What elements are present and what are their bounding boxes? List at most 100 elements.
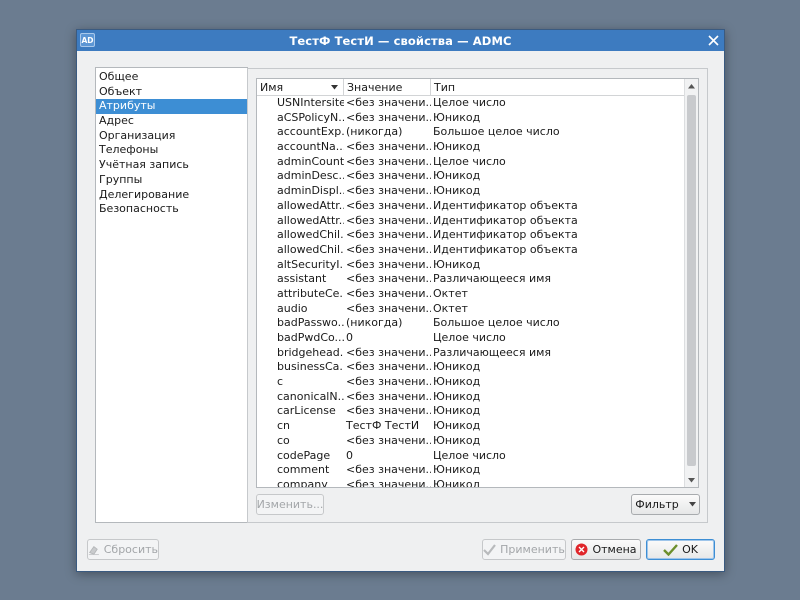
nav-item[interactable]: Адрес [96, 114, 247, 129]
table-row[interactable]: allowedChil... <без значени... Идентификат… [257, 243, 685, 258]
nav-item[interactable]: Телефоны [96, 143, 247, 158]
cell-value: <без значени... [346, 154, 431, 168]
close-icon [708, 35, 719, 46]
dropdown-arrow-icon [688, 502, 696, 507]
cell-name: allowedChil... [277, 228, 344, 242]
cell-name: allowedAttr... [277, 213, 344, 227]
nav-item[interactable]: Безопасность [96, 202, 247, 217]
table-row[interactable]: c <без значени... Юникод [257, 375, 685, 390]
cell-value: <без значени... [346, 433, 431, 447]
ok-button[interactable]: OK [646, 539, 715, 560]
cell-type: Различающееся имя [433, 345, 552, 359]
cell-value: <без значени... [346, 286, 431, 300]
nav-item[interactable]: Организация [96, 129, 247, 144]
nav-item[interactable]: Атрибуты [96, 99, 247, 115]
attributes-tab: Имя Значение Тип USNIntersite <без значен… [247, 68, 708, 523]
cell-type: Большое целое число [433, 125, 560, 139]
cell-value: <без значени... [346, 375, 431, 389]
cell-name: badPwdCo... [277, 331, 344, 344]
nav-item[interactable]: Делегирование [96, 188, 247, 203]
table-row[interactable]: canonicalN... <без значени... Юникод [257, 390, 685, 405]
table-row[interactable]: cn ТестФ ТестИ Юникод [257, 419, 685, 434]
cell-type: Большое целое число [433, 316, 560, 330]
cell-value: 0 [346, 331, 353, 344]
cell-type: Различающееся имя [433, 272, 552, 286]
table-row[interactable]: accountExp...(никогда) Большое целое числ… [257, 125, 685, 140]
cell-type: Юникод [433, 360, 481, 374]
cell-value: <без значени... [346, 463, 431, 477]
cell-type: Юникод [433, 433, 481, 447]
filter-button[interactable]: Фильтр [631, 494, 700, 515]
table-row[interactable]: adminDesc... <без значени... Юникод [257, 169, 685, 184]
cell-type: Юникод [433, 404, 481, 418]
table-row[interactable]: co <без значени... Юникод [257, 434, 685, 449]
scroll-up-arrow[interactable] [685, 79, 698, 93]
table-row[interactable]: audio <без значени... Октет [257, 302, 685, 317]
nav-item[interactable]: Группы [96, 173, 247, 188]
cancel-button[interactable]: Отмена [571, 539, 641, 560]
column-header-name[interactable]: Имя [257, 79, 344, 96]
table-row[interactable]: assistant <без значени... Различающееся им… [257, 272, 685, 287]
table-row[interactable]: comment <без значени... Юникод [257, 463, 685, 478]
table-row[interactable]: accountNa... <без значени... Юникод [257, 140, 685, 155]
cell-value: <без значени... [346, 228, 431, 242]
table-row[interactable]: altSecurityI... <без значени... Юникод [257, 258, 685, 273]
table-row[interactable]: allowedAttr... <без значени... Идентификат… [257, 199, 685, 214]
apply-button[interactable]: Применить [482, 539, 566, 560]
table-row[interactable]: badPwdCo... 0 Целое число [257, 331, 685, 346]
cell-value: <без значени... [346, 169, 431, 183]
nav-item[interactable]: Общее [96, 70, 247, 85]
cell-type: Идентификатор объекта [433, 213, 578, 227]
cell-value: 0 [346, 448, 353, 462]
cell-type: Целое число [433, 448, 506, 462]
cell-type: Юникод [433, 389, 481, 403]
table-row[interactable]: adminCount <без значени... Целое число [257, 155, 685, 170]
cell-name: co [277, 433, 290, 447]
column-header-type[interactable]: Тип [431, 79, 685, 96]
table-row[interactable]: codePage 0 Целое число [257, 449, 685, 464]
table-row[interactable]: businessCa... <без значени... Юникод [257, 360, 685, 375]
cell-value: (никогда) [346, 125, 403, 139]
table-row[interactable]: USNIntersite <без значени... Целое число [257, 96, 685, 111]
cell-value: <без значени... [346, 198, 431, 212]
table-row[interactable]: carLicense <без значени... Юникод [257, 404, 685, 419]
vertical-scrollbar[interactable] [684, 79, 698, 487]
cell-type: Юникод [433, 477, 481, 487]
table-row[interactable]: allowedAttr... <без значени... Идентификат… [257, 214, 685, 229]
cell-name: canonicalN... [277, 389, 344, 403]
chevron-down-icon [688, 477, 695, 482]
table-row[interactable]: adminDispl... <без значени... Юникод [257, 184, 685, 199]
column-header-value[interactable]: Значение [344, 79, 431, 96]
cell-name: adminCount [277, 154, 344, 168]
nav-item[interactable]: Объект [96, 85, 247, 100]
table-row[interactable]: bridgehead... <без значени... Различающеес… [257, 346, 685, 361]
cell-name: allowedChil... [277, 242, 344, 256]
table-row[interactable]: allowedChil... <без значени... Идентификат… [257, 228, 685, 243]
table-row[interactable]: aCSPolicyN... <без значени... Юникод [257, 111, 685, 126]
reset-button[interactable]: Сбросить [87, 539, 159, 560]
cell-value: <без значени... [346, 389, 431, 403]
table-row[interactable]: company <без значени... Юникод [257, 478, 685, 487]
section-list: Общее Объект Атрибуты Адрес Организация Телеф… [95, 67, 248, 523]
scrollbar-thumb[interactable] [687, 95, 696, 466]
edit-button[interactable]: Изменить... [256, 494, 324, 515]
cell-value: <без значени... [346, 213, 431, 227]
sort-down-icon [331, 85, 338, 90]
cell-name: allowedAttr... [277, 198, 344, 212]
cell-value: <без значени... [346, 404, 431, 418]
table-row[interactable]: badPasswo... (никогда) Большое целое число [257, 316, 685, 331]
nav-item[interactable]: Учётная запись [96, 158, 247, 173]
cell-type: Идентификатор объекта [433, 228, 578, 242]
cell-type: Идентификатор объекта [433, 198, 578, 212]
cell-value: <без значени... [346, 257, 431, 271]
scroll-down-arrow[interactable] [685, 473, 698, 487]
table-row[interactable]: attributeCe... <без значени... Октет [257, 287, 685, 302]
close-button[interactable] [706, 33, 721, 48]
table-body: USNIntersite <без значени... Целое число aC… [257, 96, 685, 487]
cell-type: Юникод [433, 419, 481, 433]
table-header: Имя Значение Тип [257, 79, 685, 96]
cell-type: Юникод [433, 463, 481, 477]
window-title: ТестФ ТестИ — свойства — ADMC [289, 33, 512, 48]
title-bar[interactable]: AD ТестФ ТестИ — свойства — ADMC [77, 30, 724, 51]
app-icon: AD [80, 33, 95, 47]
